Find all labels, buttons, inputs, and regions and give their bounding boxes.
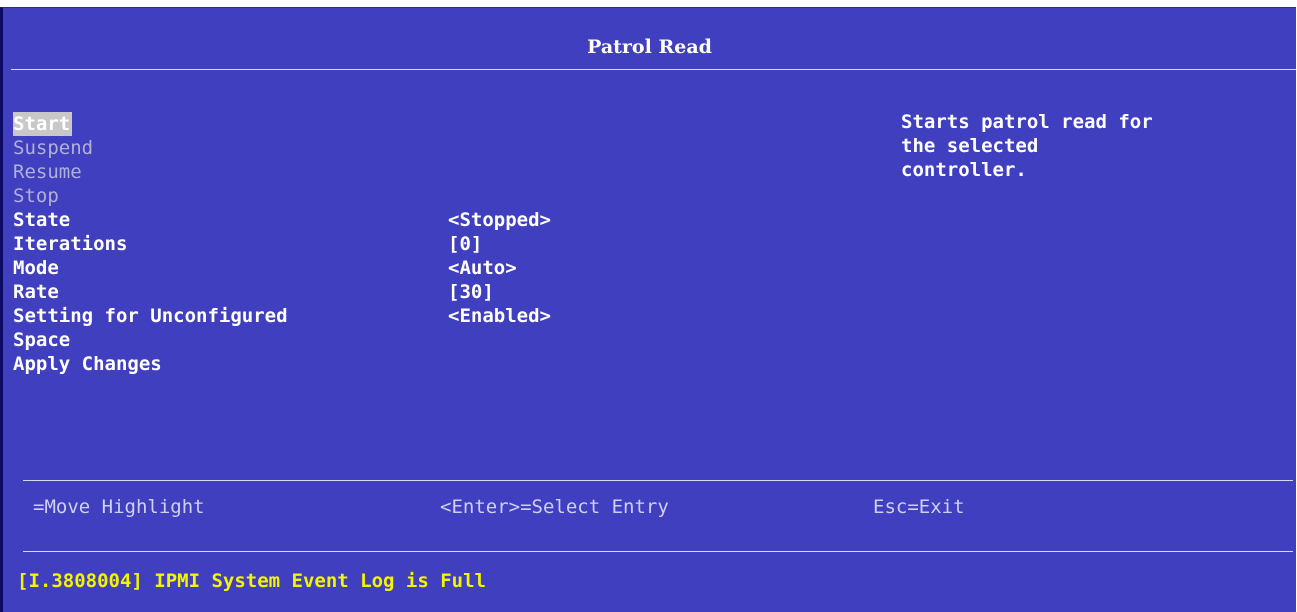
menu-item-iterations[interactable]: Iterations [13,232,453,256]
menu-item-apply-changes[interactable]: Apply Changes [13,352,453,376]
bios-setup-screen: Patrol Read Start Suspend Resume Stop St… [0,7,1296,612]
menu-item-state[interactable]: State [13,208,453,232]
setting-for-unconfigured-value[interactable]: <Enabled> [448,304,551,328]
state-value[interactable]: <Stopped> [448,208,551,232]
menu-item-mode[interactable]: Mode [13,256,453,280]
menu-item-label: Rate [13,281,59,303]
header-divider [11,69,1296,70]
menu-item-label: Space [13,329,71,351]
hint-exit: Esc=Exit [873,496,965,518]
footer-divider [23,480,1293,481]
menu-item-label: Apply Changes [13,353,162,375]
value-spacer [448,112,551,208]
status-divider [23,551,1293,552]
menu-item-label: Suspend [13,137,94,159]
page-title: Patrol Read [587,36,712,58]
help-text: Starts patrol read for the selected cont… [901,111,1153,181]
hint-move-highlight: =Move Highlight [33,496,205,518]
menu-list: Start Suspend Resume Stop State Iteratio… [13,112,453,376]
menu-item-stop[interactable]: Stop [13,184,453,208]
value-column: <Stopped> [0] <Auto> [30] <Enabled> [448,112,551,328]
menu-item-label: Mode [13,257,59,279]
menu-item-suspend[interactable]: Suspend [13,136,453,160]
menu-item-label: Stop [13,185,59,207]
menu-item-label: Iterations [13,233,128,255]
menu-item-rate[interactable]: Rate [13,280,453,304]
mode-value[interactable]: <Auto> [448,256,551,280]
menu-item-label: State [13,209,71,231]
menu-item-label: Start [13,112,73,136]
menu-item-label: Setting for Unconfigured [13,305,288,327]
menu-item-start[interactable]: Start [13,112,453,136]
menu-item-resume[interactable]: Resume [13,160,453,184]
menu-item-space[interactable]: Space [13,328,453,352]
menu-item-setting-for-unconfigured[interactable]: Setting for Unconfigured [13,304,453,328]
rate-value[interactable]: [30] [448,280,551,304]
menu-item-label: Resume [13,161,82,183]
hint-select-entry: <Enter>=Select Entry [440,496,669,518]
status-message: [I.3808004] IPMI System Event Log is Ful… [17,570,486,592]
iterations-value[interactable]: [0] [448,232,551,256]
